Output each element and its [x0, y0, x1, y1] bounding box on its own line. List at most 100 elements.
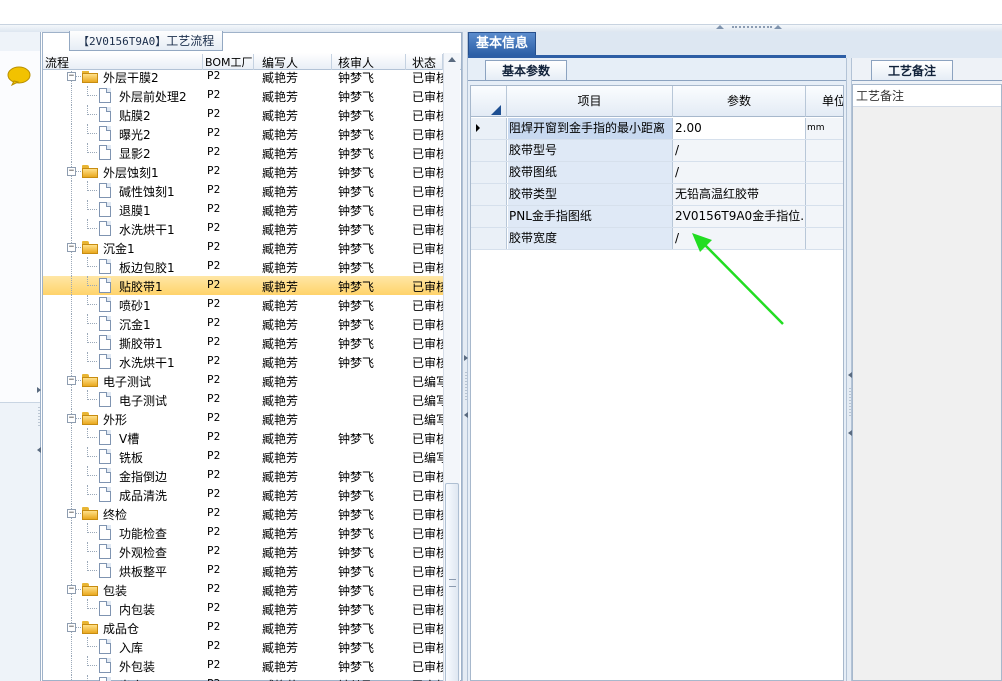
document-icon: [99, 468, 111, 483]
tree-group-row[interactable]: − 成品仓 P2 臧艳芳 钟梦飞 已审核: [43, 618, 443, 637]
tree-item-name: 成品仓: [103, 622, 140, 636]
param-row[interactable]: 胶带型号 /: [471, 140, 843, 162]
tree-step-row[interactable]: 水洗烘干1 P2 臧艳芳 钟梦飞 已审核: [43, 352, 443, 371]
grid-corner-icon: [491, 105, 501, 115]
bom-factory-cell: P2: [207, 373, 221, 386]
tree-step-row[interactable]: 贴胶带1 P2 臧艳芳 钟梦飞 已审核: [43, 276, 443, 295]
tree-step-row[interactable]: 喷砂1 P2 臧艳芳 钟梦飞 已审核: [43, 295, 443, 314]
tree-step-row[interactable]: 水洗烘干1 P2 臧艳芳 钟梦飞 已审核: [43, 219, 443, 238]
param-row[interactable]: PNL金手指图纸 2V0156T9A0金手指位...: [471, 206, 843, 228]
splitter-grip-icon[interactable]: [732, 26, 772, 29]
col-bom-factory[interactable]: BOM工厂: [203, 54, 254, 70]
col-status[interactable]: 状态: [406, 54, 443, 70]
grid-corner[interactable]: [471, 86, 507, 117]
tree-step-row[interactable]: 铣板 P2 臧艳芳 已编写: [43, 447, 443, 466]
tree-step-row[interactable]: 外包装 P2 臧艳芳 钟梦飞 已审核: [43, 656, 443, 675]
tree-item-name: 曝光2: [119, 128, 151, 142]
tree-connector-line: [71, 257, 72, 276]
tree-step-row[interactable]: 退膜1 P2 臧艳芳 钟梦飞 已审核: [43, 200, 443, 219]
splitter-up-arrow-icon[interactable]: [716, 25, 724, 29]
tree-group-row[interactable]: − 包装 P2 臧艳芳 钟梦飞 已审核: [43, 580, 443, 599]
tree-step-row[interactable]: 成品清洗 P2 臧艳芳 钟梦飞 已审核: [43, 485, 443, 504]
param-value-cell[interactable]: 2V0156T9A0金手指位...: [673, 206, 806, 227]
param-row[interactable]: 胶带宽度 /: [471, 228, 843, 250]
tab-basic-info[interactable]: 基本信息: [468, 32, 536, 55]
param-row[interactable]: 胶带图纸 /: [471, 162, 843, 184]
tree-step-row[interactable]: 碱性蚀刻1 P2 臧艳芳 钟梦飞 已审核: [43, 181, 443, 200]
tree-step-row[interactable]: 板边包胶1 P2 臧艳芳 钟梦飞 已审核: [43, 257, 443, 276]
reviewer-cell: 钟梦飞: [338, 508, 375, 522]
tree-step-row[interactable]: 外观检查 P2 臧艳芳 钟梦飞 已审核: [43, 542, 443, 561]
tree-step-row[interactable]: 显影2 P2 臧艳芳 钟梦飞 已审核: [43, 143, 443, 162]
expand-toggle-icon[interactable]: −: [67, 585, 76, 594]
col-writer[interactable]: 编写人: [254, 54, 332, 70]
col-unit[interactable]: 单位: [806, 86, 843, 117]
tree-vertical-scrollbar[interactable]: [443, 53, 460, 681]
param-row[interactable]: 阻焊开窗到金手指的最小距离 2.00 mm: [471, 118, 843, 140]
status-cell: 已审核: [412, 470, 443, 484]
bom-factory-cell: P2: [207, 202, 221, 215]
tree-item-name: 贴胶带1: [119, 280, 163, 294]
expand-toggle-icon[interactable]: −: [67, 376, 76, 385]
col-item[interactable]: 项目: [507, 86, 673, 117]
col-param[interactable]: 参数: [673, 86, 806, 117]
tree-group-row[interactable]: − 沉金1 P2 臧艳芳 钟梦飞 已审核: [43, 238, 443, 257]
expand-toggle-icon[interactable]: −: [67, 72, 76, 81]
tab-basic-params[interactable]: 基本参数: [485, 60, 567, 81]
tree-item-name: 入库: [119, 641, 144, 655]
param-row[interactable]: 胶带类型 无铅高温红胶带: [471, 184, 843, 206]
expand-toggle-icon[interactable]: −: [67, 414, 76, 423]
bom-factory-cell: P2: [207, 411, 221, 424]
status-cell: 已审核: [412, 508, 443, 522]
tree-step-row[interactable]: 烘板整平 P2 臧艳芳 钟梦飞 已审核: [43, 561, 443, 580]
param-item-cell: PNL金手指图纸: [508, 206, 673, 227]
row-header[interactable]: [471, 228, 507, 249]
expand-toggle-icon[interactable]: −: [67, 167, 76, 176]
tree-group-row[interactable]: − 外形 P2 臧艳芳 已编写: [43, 409, 443, 428]
row-header[interactable]: [471, 162, 507, 183]
param-value-cell[interactable]: /: [673, 228, 806, 249]
tree-step-row[interactable]: 功能检查 P2 臧艳芳 钟梦飞 已审核: [43, 523, 443, 542]
tab-process-notes[interactable]: 工艺备注: [871, 60, 953, 81]
param-value-cell[interactable]: 2.00: [673, 118, 806, 139]
tree-step-row[interactable]: 沉金1 P2 臧艳芳 钟梦飞 已审核: [43, 314, 443, 333]
scroll-up-arrow-icon[interactable]: [448, 57, 456, 62]
document-icon: [99, 297, 111, 312]
scroll-thumb[interactable]: [445, 483, 459, 681]
row-header[interactable]: [471, 184, 507, 205]
process-tree-panel: 【2V0156T9A0】工艺流程 流程 BOM工厂 编写人 核审人 状态 − 外层…: [42, 31, 462, 681]
chat-bubble-icon[interactable]: [6, 66, 32, 86]
param-value-cell[interactable]: /: [673, 162, 806, 183]
tree-connector-line: [87, 532, 97, 533]
param-value-cell[interactable]: 无铅高温红胶带: [673, 184, 806, 205]
tree-step-row[interactable]: 外层前处理2 P2 臧艳芳 钟梦飞 已审核: [43, 86, 443, 105]
tree-step-row[interactable]: 电子测试 P2 臧艳芳 已编写: [43, 390, 443, 409]
tree-group-row[interactable]: − 终检 P2 臧艳芳 钟梦飞 已审核: [43, 504, 443, 523]
writer-cell: 臧艳芳: [262, 451, 299, 465]
tree-step-row[interactable]: 出库P2 臧艳芳钟梦飞 已审核: [43, 675, 443, 681]
tree-step-row[interactable]: 贴膜2 P2 臧艳芳 钟梦飞 已审核: [43, 105, 443, 124]
tree-step-row[interactable]: 撕胶带1 P2 臧艳芳 钟梦飞 已审核: [43, 333, 443, 352]
document-icon: [99, 563, 111, 578]
tree-step-row[interactable]: 金指倒边 P2 臧艳芳 钟梦飞 已审核: [43, 466, 443, 485]
expand-toggle-icon[interactable]: −: [67, 623, 76, 632]
expand-toggle-icon[interactable]: −: [67, 243, 76, 252]
splitter-up-arrow-icon[interactable]: [774, 25, 782, 29]
col-process[interactable]: 流程: [43, 54, 203, 70]
tree-group-row[interactable]: − 电子测试 P2 臧艳芳 已编写: [43, 371, 443, 390]
row-header[interactable]: [471, 206, 507, 227]
document-icon: [99, 221, 111, 236]
param-value-cell[interactable]: /: [673, 140, 806, 161]
row-header[interactable]: [471, 140, 507, 161]
tree-group-row[interactable]: − 外层干膜2 P2 臧艳芳 钟梦飞 已审核: [43, 71, 443, 86]
tree-step-row[interactable]: 曝光2 P2 臧艳芳 钟梦飞 已审核: [43, 124, 443, 143]
expand-toggle-icon[interactable]: −: [67, 509, 76, 518]
tree-group-row[interactable]: − 外层蚀刻1 P2 臧艳芳 钟梦飞 已审核: [43, 162, 443, 181]
col-reviewer[interactable]: 核审人: [332, 54, 406, 70]
bom-factory-cell: P2: [207, 297, 221, 310]
tree-step-row[interactable]: 入库 P2 臧艳芳 钟梦飞 已审核: [43, 637, 443, 656]
row-header[interactable]: [471, 118, 507, 139]
tree-step-row[interactable]: 内包装 P2 臧艳芳 钟梦飞 已审核: [43, 599, 443, 618]
notes-box[interactable]: 工艺备注: [852, 84, 1002, 681]
tree-step-row[interactable]: V槽 P2 臧艳芳 钟梦飞 已审核: [43, 428, 443, 447]
